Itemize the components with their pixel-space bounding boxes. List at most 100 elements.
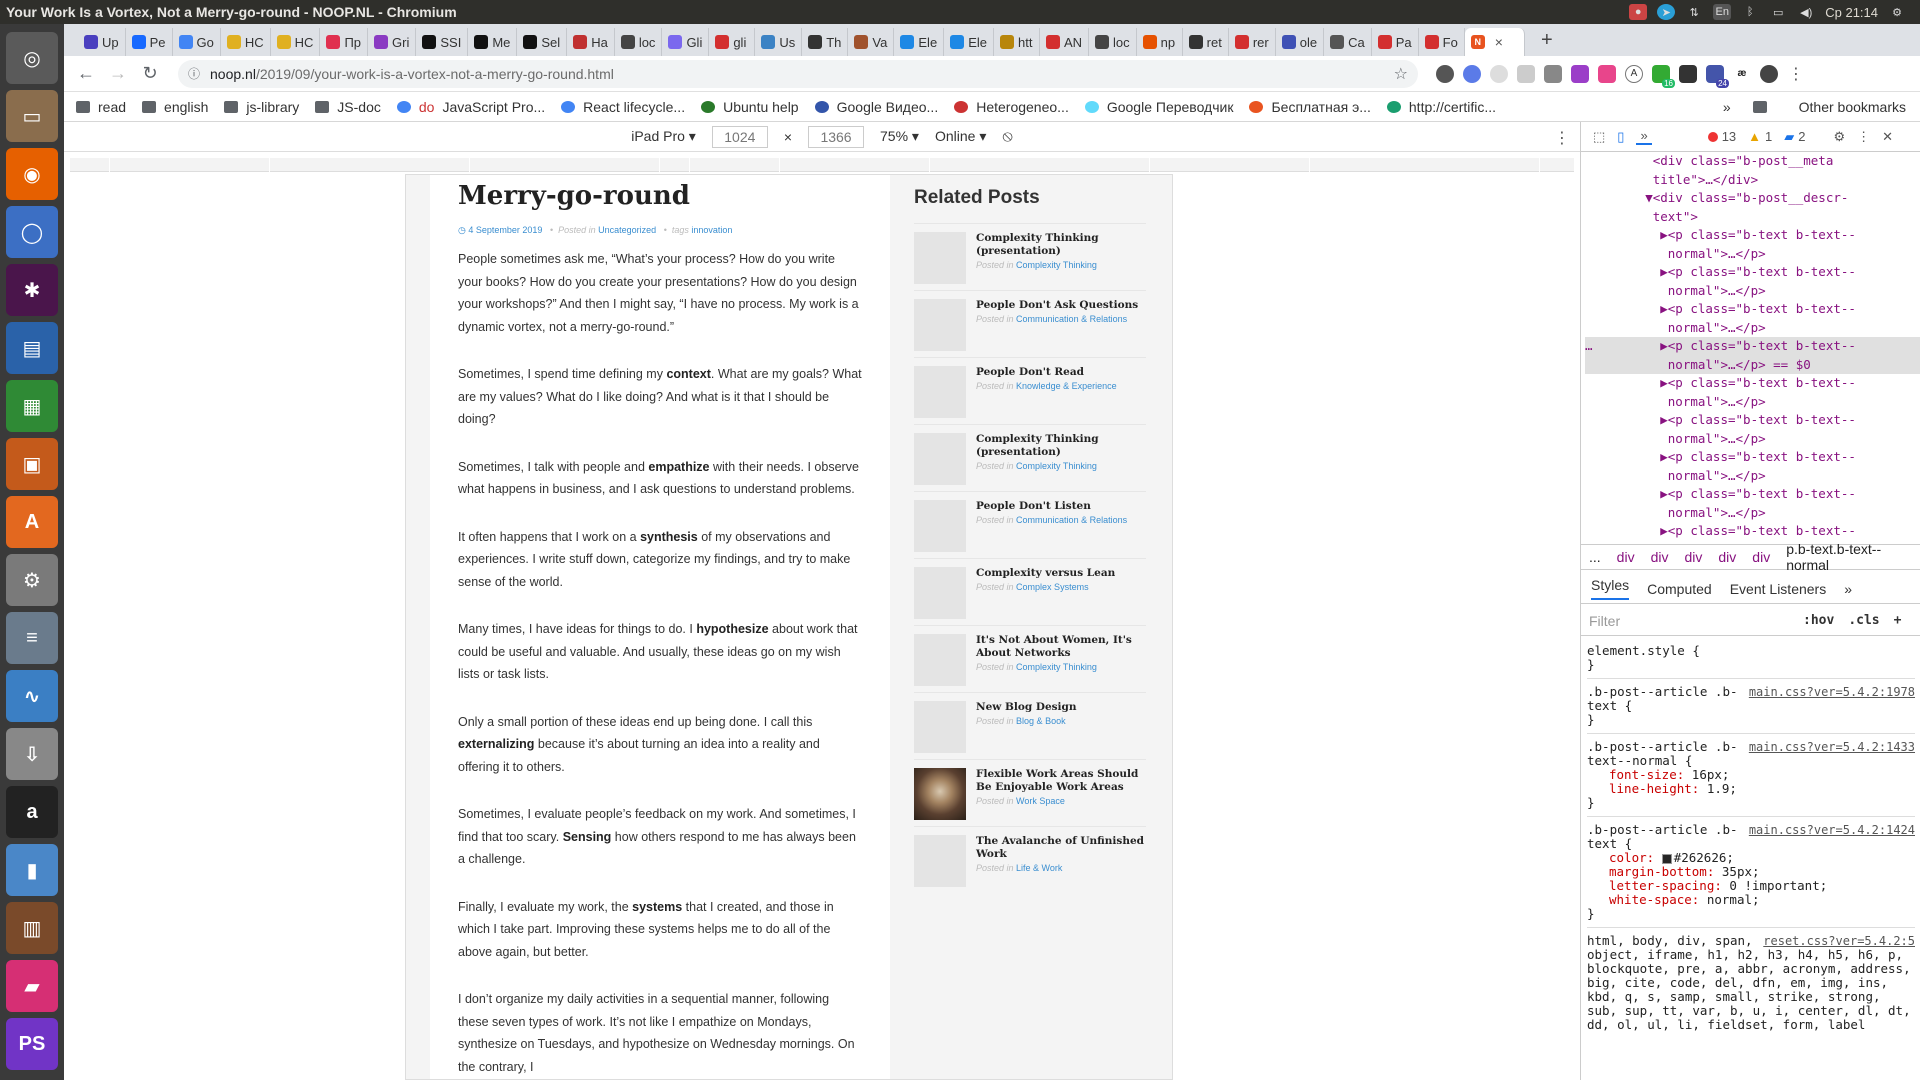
bookmark-star-icon[interactable]: ☆ [1394, 64, 1408, 84]
page-info-icon[interactable]: ⓘ [188, 65, 200, 82]
browser-tab[interactable]: HC [221, 28, 271, 56]
browser-tab[interactable]: Gri [368, 28, 417, 56]
warning-count[interactable]: ▲ 1 [1748, 129, 1772, 144]
browser-tab[interactable]: Pe [126, 28, 173, 56]
extension-a-icon[interactable]: A [1625, 64, 1643, 83]
device-toolbar-menu-icon[interactable]: ⋮ [1554, 128, 1570, 148]
extension-eyedropper-icon[interactable] [1544, 64, 1562, 83]
related-post[interactable]: People Don't Ask Questions Posted in Comm… [914, 290, 1146, 357]
related-post-title[interactable]: The Avalanche of Unfinished Work [976, 835, 1146, 861]
related-post-title[interactable]: People Don't Ask Questions [976, 299, 1138, 312]
browser-tab[interactable]: htt [994, 28, 1040, 56]
dom-node-line[interactable]: ▶<p class="b-text b-text-- [1585, 411, 1920, 430]
dom-tree[interactable]: <div class="b-post__meta title">…</div> … [1581, 152, 1920, 544]
browser-tab[interactable]: Ca [1324, 28, 1372, 56]
related-post-thumbnail[interactable] [914, 768, 966, 820]
related-post[interactable]: New Blog Design Posted in Blog & Book [914, 692, 1146, 759]
browser-tab[interactable]: ole [1276, 28, 1325, 56]
css-rule-source[interactable]: main.css?ver=5.4.2:1433 [1749, 740, 1915, 754]
related-post-category-link[interactable]: Complexity Thinking [1016, 461, 1097, 471]
back-arrow-icon[interactable]: ← [72, 60, 100, 88]
extension-clock-icon[interactable] [1490, 64, 1508, 83]
dom-node-line[interactable]: ▶<p class="b-text b-text-- [1585, 522, 1920, 541]
files-icon[interactable]: ▭ [6, 90, 58, 142]
bookmark-item[interactable]: Heterogeneo... [954, 99, 1069, 115]
browser-tab[interactable]: SSI [416, 28, 469, 56]
related-post-thumbnail[interactable] [914, 567, 966, 619]
extension-grid-icon[interactable] [1517, 64, 1535, 83]
calc-icon[interactable]: ▦ [6, 380, 58, 432]
dom-node-line[interactable]: ▶<p class="b-text b-text-- [1585, 226, 1920, 245]
extension-blue-icon[interactable] [1463, 64, 1481, 83]
writer-icon[interactable]: ▤ [6, 322, 58, 374]
clock[interactable]: Ср 21:14 [1825, 5, 1878, 20]
related-post-thumbnail[interactable] [914, 701, 966, 753]
extension-mail-icon[interactable]: 24 [1706, 64, 1729, 88]
article-tag-link[interactable]: innovation [691, 225, 732, 235]
dom-node-line[interactable]: ▶<p class="b-text b-text-- [1585, 263, 1920, 282]
dom-node-line[interactable]: normal">…</p> == $0 [1585, 355, 1920, 374]
css-rule-source[interactable]: main.css?ver=5.4.2:1978 [1749, 685, 1915, 699]
related-post-title[interactable]: Flexible Work Areas Should Be Enjoyable … [976, 768, 1146, 794]
dom-node-line[interactable]: normal">…</p> [1585, 245, 1920, 264]
keyboard-layout-indicator[interactable]: En [1713, 4, 1732, 20]
css-declaration[interactable]: color: #262626; [1587, 851, 1915, 865]
browser-tab[interactable]: Gli [662, 28, 710, 56]
related-post[interactable]: People Don't Read Posted in Knowledge & E… [914, 357, 1146, 424]
tab-event-listeners[interactable]: Event Listeners [1730, 581, 1827, 597]
new-tab-icon[interactable]: + [1533, 29, 1561, 52]
dom-breadcrumb-current[interactable]: p.b-text.b-text--normal [1786, 541, 1920, 573]
monitor-icon[interactable]: ∿ [6, 670, 58, 722]
dom-breadcrumb[interactable]: div [1684, 549, 1702, 565]
browser-tab[interactable]: Go [173, 28, 221, 56]
dom-node-line[interactable]: normal">…</p> [1585, 282, 1920, 301]
browser-tab[interactable]: Us [755, 28, 803, 56]
related-post[interactable]: Complexity versus Lean Posted in Complex … [914, 558, 1146, 625]
browser-tab[interactable]: Me [468, 28, 518, 56]
dom-node-line[interactable]: ▶<p class="b-text b-text-- [1585, 485, 1920, 504]
browser-tab[interactable]: np [1137, 28, 1183, 56]
browser-tab[interactable]: AN [1040, 28, 1090, 56]
thermometer-icon[interactable]: ▮ [6, 844, 58, 896]
tab-computed[interactable]: Computed [1647, 581, 1712, 597]
extension-green-icon[interactable]: 16 [1652, 64, 1675, 88]
browser-tab[interactable]: Sel [517, 28, 568, 56]
styles-filter-input[interactable]: Filter [1589, 613, 1789, 629]
tray-app-icon[interactable]: ● [1629, 4, 1648, 20]
dom-breadcrumb[interactable]: div [1752, 549, 1770, 565]
bookmark-item[interactable]: Ubuntu help [701, 99, 799, 115]
related-post-title[interactable]: Complexity Thinking (presentation) [976, 433, 1146, 459]
device-height-input[interactable]: 1366 [808, 125, 865, 148]
active-tab[interactable]: N × [1464, 28, 1525, 56]
related-post-title[interactable]: Complexity Thinking (presentation) [976, 232, 1146, 258]
reload-icon[interactable]: ↻ [136, 60, 164, 88]
color-swatch[interactable] [1661, 853, 1672, 864]
dom-node-line[interactable]: normal">…</p> [1585, 393, 1920, 412]
related-post-title[interactable]: People Don't Read [976, 366, 1117, 379]
extension-pen-icon[interactable] [1571, 64, 1589, 83]
firefox-icon[interactable]: ◉ [6, 148, 58, 200]
settings-icon[interactable]: ⚙ [6, 554, 58, 606]
browser-tab[interactable]: gli [709, 28, 756, 56]
software-center-icon[interactable]: A [6, 496, 58, 548]
dom-node-line[interactable]: <div class="b-post__meta [1585, 152, 1920, 171]
chevron-right-icon[interactable]: » [1723, 99, 1731, 115]
tab-close-icon[interactable]: × [1495, 34, 1503, 50]
dom-node-line[interactable]: … ▶<p class="b-text b-text-- [1585, 337, 1920, 356]
more-tabs-icon[interactable]: » [1636, 128, 1652, 145]
related-post-category-link[interactable]: Life & Work [1016, 863, 1062, 873]
text-editor-icon[interactable]: ≡ [6, 612, 58, 664]
bookmark-item[interactable]: http://certific... [1386, 99, 1496, 115]
browser-tab[interactable]: loc [615, 28, 663, 56]
related-post-title[interactable]: It's Not About Women, It's About Network… [976, 634, 1146, 660]
ubuntu-logo-icon[interactable]: ◎ [6, 32, 58, 84]
device-width-input[interactable]: 1024 [711, 125, 768, 148]
related-post-category-link[interactable]: Work Space [1016, 796, 1065, 806]
reset-rule-source[interactable]: reset.css?ver=5.4.2:5 [1763, 934, 1915, 948]
related-post[interactable]: It's Not About Women, It's About Network… [914, 625, 1146, 692]
css-declaration[interactable]: line-height: 1.9; [1587, 782, 1915, 796]
dom-node-line[interactable]: normal">…</p> [1585, 430, 1920, 449]
cls-toggle[interactable]: .cls [1848, 613, 1879, 628]
bookmark-item[interactable]: Google Переводчик [1084, 99, 1233, 115]
related-post-thumbnail[interactable] [914, 835, 966, 887]
